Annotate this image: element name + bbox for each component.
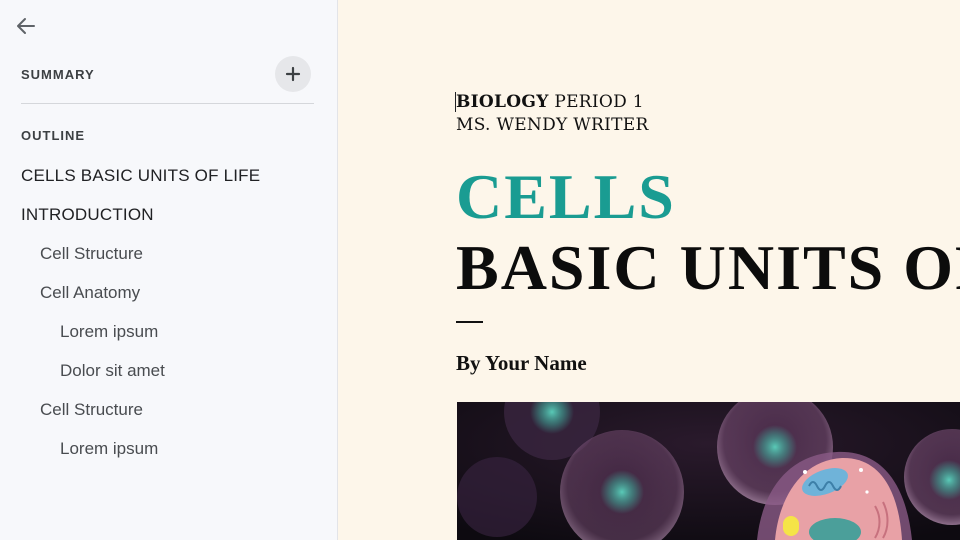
outline-heading: OUTLINE [21,128,86,143]
title-divider [456,321,483,323]
back-arrow-icon[interactable] [14,14,38,38]
outline-item-cell-anatomy[interactable]: Cell Anatomy [40,283,140,303]
cell-illustration-graphic [457,402,960,540]
document-title-accent[interactable]: CELLS [456,160,676,234]
byline[interactable]: By Your Name [456,351,587,376]
add-summary-button[interactable] [275,56,311,92]
course-subject: BIOLOGY [456,92,549,112]
sidebar-divider [21,103,314,104]
cell-illustration-image[interactable] [457,402,960,540]
outline-item-cells-basic-units[interactable]: CELLS BASIC UNITS OF LIFE [21,166,260,186]
course-period: PERIOD 1 [548,92,644,112]
outline-item-dolor-sit-amet[interactable]: Dolor sit amet [60,361,165,381]
outline-item-cell-structure[interactable]: Cell Structure [40,244,143,264]
outline-item-introduction[interactable]: INTRODUCTION [21,205,154,225]
summary-heading: SUMMARY [21,67,95,82]
outline-item-cell-structure-2[interactable]: Cell Structure [40,400,143,420]
plus-icon [285,66,301,82]
outline-item-lorem-ipsum-2[interactable]: Lorem ipsum [60,439,158,459]
teacher-line[interactable]: MS. WENDY WRITER [456,115,649,135]
outline-item-lorem-ipsum[interactable]: Lorem ipsum [60,322,158,342]
course-line[interactable]: BIOLOGY PERIOD 1 [456,92,644,112]
outline-sidebar: SUMMARY OUTLINE CELLS BASIC UNITS OF LIF… [0,0,338,540]
document-page[interactable]: BIOLOGY PERIOD 1 MS. WENDY WRITER CELLS … [339,0,960,540]
document-title[interactable]: BASIC UNITS OF LIFE [456,231,960,305]
